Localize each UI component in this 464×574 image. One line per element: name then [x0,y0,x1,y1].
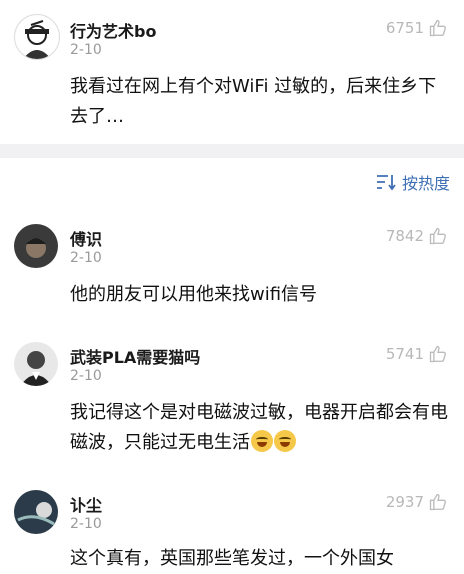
thumbs-up-icon [429,227,446,245]
sort-label: 按热度 [401,174,450,193]
avatar-illustration [26,238,46,258]
like-count: 5741 [385,345,424,363]
avatar[interactable] [14,14,60,60]
avatar-illustration [20,351,52,386]
thumbs-up-icon [429,19,446,37]
comment-date: 2-10 [70,250,102,266]
like-button[interactable]: 7842 [386,226,448,246]
comment-text: 我记得这个是对电磁波过敏，电器开启都会有电磁波，只能过无电生活 [70,398,450,458]
like-count: 7842 [385,227,424,245]
laugh-cry-emoji-icon [251,430,273,452]
comment-text: 他的朋友可以用他来找wifi信号 [70,284,318,305]
like-button[interactable]: 6751 [386,18,448,38]
like-button[interactable]: 2937 [386,492,448,512]
avatar[interactable] [14,342,58,386]
comment-date: 2-10 [70,42,102,58]
laugh-cry-emoji-icon [274,430,296,452]
comment-author[interactable]: 讣尘 [70,492,102,516]
like-count: 2937 [385,493,424,511]
like-button[interactable]: 5741 [386,344,448,364]
comment-author[interactable]: 武装PLA需要猫吗 [70,344,200,368]
sort-button[interactable]: 按热度 [376,170,450,194]
avatar-illustration [23,20,51,59]
comment-item: 武装PLA需要猫吗 2-10 5741 我记得这个是对电磁波过敏，电器开启都会有… [0,340,464,470]
sort-icon [376,175,396,191]
comment-top: 行为艺术bo 2-10 6751 我看过在网上有个对WiFi 过敏的，后来住乡下… [0,0,464,144]
comment-date: 2-10 [70,516,102,532]
thumbs-up-icon [429,345,446,363]
avatar[interactable] [14,490,58,534]
comment-item: 讣尘 2-10 2937 这个真有，英国那些笔发过，一个外国女 [0,488,464,569]
section-divider [0,144,464,158]
comment-author[interactable]: 行为艺术bo [70,18,156,42]
comment-text: 我看过在网上有个对WiFi 过敏的，后来住乡下去了… [70,76,437,127]
comment-date: 2-10 [70,368,102,384]
thumbs-up-icon [429,493,446,511]
comment-item: 傅识 2-10 7842 他的朋友可以用他来找wifi信号 [0,222,464,322]
comment-text: 这个真有，英国那些笔发过，一个外国女 [70,548,394,569]
avatar-illustration [17,502,55,526]
avatar[interactable] [14,224,58,268]
like-count: 6751 [385,19,424,37]
comment-author[interactable]: 傅识 [70,226,102,250]
